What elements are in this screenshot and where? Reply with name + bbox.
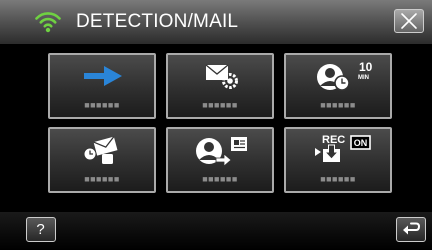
face-timer-tile[interactable]: 10 MIN ■■■■■■ [284,53,392,119]
page-title: DETECTION/MAIL [76,11,239,32]
rec-on-icon: REC ON [315,134,371,162]
return-arrow-icon [403,222,421,235]
back-button[interactable] [396,217,426,242]
tile-label: ■■■■■■ [202,174,238,184]
mail-setting-tile[interactable]: ■■■■■■ [166,53,274,119]
rec-auto-tile[interactable]: REC ON ■■■■■■ [284,127,392,193]
mail-sender-tile[interactable]: ■■■■■■ [48,127,156,193]
tile-label: ■■■■■■ [84,174,120,184]
envelope-clock-icon [83,136,118,164]
on-text: ON [354,138,368,148]
face-send-icon [196,137,247,167]
rec-text: REC [322,134,345,146]
tile-label: ■■■■■■ [320,100,356,110]
wifi-signal-icon [35,12,61,33]
tile-label: ■■■■■■ [320,174,356,184]
close-button[interactable] [394,9,424,33]
header-bar: DETECTION/MAIL [0,0,432,44]
menu-grid: ■■■■■■ ■■■■■■ 10 MIN ■■■■■■ ■■■■■■ ■■■■■… [48,53,392,193]
timer-value: 10 [359,60,373,74]
face-mail-tile[interactable]: ■■■■■■ [166,127,274,193]
detection-arrow-tile[interactable]: ■■■■■■ [48,53,156,119]
help-button[interactable]: ? [26,217,56,242]
tile-label: ■■■■■■ [84,100,120,110]
face-clock-icon: 10 MIN [317,60,373,91]
tile-label: ■■■■■■ [202,100,238,110]
blue-arrow-icon [84,66,122,86]
bottom-bar [0,212,432,250]
question-icon: ? [36,221,45,238]
close-icon [401,13,417,29]
mail-gear-icon [205,64,238,89]
timer-unit: MIN [358,75,369,81]
